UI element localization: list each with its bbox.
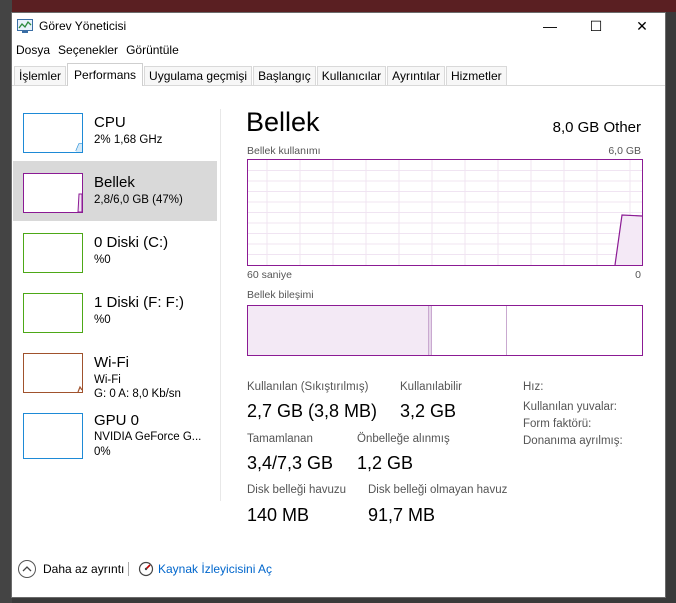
available-label: Kullanılabilir xyxy=(400,381,463,393)
time-axis-start: 60 saniye xyxy=(247,269,292,281)
wifi-thumbnail xyxy=(23,353,83,393)
tab-bar: İşlemler Performans Uygulama geçmişi Baş… xyxy=(12,63,665,86)
sidebar-item-memory[interactable]: Bellek 2,8/6,0 GB (47%) xyxy=(13,161,217,221)
sidebar-item-wifi[interactable]: Wi-Fi Wi-Fi G: 0 A: 8,0 Kb/sn xyxy=(13,341,217,401)
available-value: 3,2 GB xyxy=(400,401,457,421)
maximize-button[interactable]: ☐ xyxy=(573,13,619,39)
sidebar-item-detail: 2% 1,68 GHz xyxy=(94,134,163,146)
sidebar-item-detail: Wi-Fi xyxy=(94,374,121,386)
form-factor-label: Form faktörü: xyxy=(523,418,592,430)
paged-pool-label: Disk belleği havuzu xyxy=(247,484,347,496)
resource-list: CPU 2% 1,68 GHz Bellek 2,8/6,0 GB (47%) … xyxy=(12,93,222,503)
composition-label: Bellek bileşimi xyxy=(247,289,314,301)
background-window-strip xyxy=(0,0,676,12)
panel-title: Bellek xyxy=(246,107,320,137)
composition-modified xyxy=(428,306,432,355)
memory-composition-bar xyxy=(247,305,643,356)
footer: Daha az ayrıntı Kaynak İzleyicisini Aç xyxy=(12,553,665,583)
footer-separator xyxy=(128,562,129,576)
in-use-label: Kullanılan (Sıkıştırılmış) xyxy=(247,381,369,393)
sidebar-item-throughput: G: 0 A: 8,0 Kb/sn xyxy=(94,388,181,400)
composition-in-use xyxy=(248,306,428,355)
sidebar-item-detail: %0 xyxy=(94,254,111,266)
task-manager-window: Görev Yöneticisi — ☐ ✕ Dosya Seçenekler … xyxy=(11,12,666,598)
minimize-icon: — xyxy=(543,18,557,34)
in-use-value: 2,7 GB (3,8 MB) xyxy=(247,401,378,421)
tab-processes[interactable]: İşlemler xyxy=(14,66,67,85)
sidebar-item-name: 1 Diski (F: F:) xyxy=(94,294,184,311)
window-title: Görev Yöneticisi xyxy=(39,19,127,33)
usage-chart-max: 6,0 GB xyxy=(608,145,641,157)
tab-services[interactable]: Hizmetler xyxy=(445,66,507,85)
tab-startup[interactable]: Başlangıç xyxy=(253,66,316,85)
time-axis-end: 0 xyxy=(635,269,641,281)
sidebar-divider xyxy=(220,109,221,501)
gpu-thumbnail xyxy=(23,413,83,459)
sidebar-item-cpu[interactable]: CPU 2% 1,68 GHz xyxy=(13,101,217,161)
sidebar-item-disk-0[interactable]: 0 Diski (C:) %0 xyxy=(13,221,217,281)
disk-0-thumbnail xyxy=(23,233,83,273)
open-resource-monitor-link[interactable]: Kaynak İzleyicisini Aç xyxy=(158,562,272,576)
sidebar-item-detail: 2,8/6,0 GB (47%) xyxy=(94,194,183,206)
slots-label: Kullanılan yuvalar: xyxy=(523,401,617,413)
committed-label: Tamamlanan xyxy=(247,433,313,445)
menu-file[interactable]: Dosya xyxy=(12,41,54,59)
minimize-button[interactable]: — xyxy=(527,13,573,39)
tab-performance[interactable]: Performans xyxy=(67,63,144,86)
hardware-reserved-label: Donanıma ayrılmış: xyxy=(523,435,623,447)
tab-users[interactable]: Kullanıcılar xyxy=(316,66,387,85)
menu-options[interactable]: Seçenekler xyxy=(54,41,122,59)
maximize-icon: ☐ xyxy=(589,17,603,34)
sidebar-item-usage: 0% xyxy=(94,446,111,458)
paged-pool-value: 140 MB xyxy=(247,505,310,525)
sidebar-item-disk-1[interactable]: 1 Diski (F: F:) %0 xyxy=(13,281,217,341)
tab-details[interactable]: Ayrıntılar xyxy=(387,66,445,85)
fewer-details-button[interactable] xyxy=(18,560,36,578)
disk-1-thumbnail xyxy=(23,293,83,333)
memory-usage-chart xyxy=(247,159,643,266)
cached-label: Önbelleğe alınmış xyxy=(357,433,450,445)
sidebar-item-name: CPU xyxy=(94,114,126,131)
speed-label: Hız: xyxy=(523,381,544,393)
memory-usage-graph xyxy=(248,160,643,266)
cached-value: 1,2 GB xyxy=(357,453,414,473)
task-manager-icon xyxy=(17,19,33,33)
sidebar-item-name: GPU 0 xyxy=(94,412,140,429)
chevron-up-icon xyxy=(22,566,32,572)
sidebar-item-detail: NVIDIA GeForce G... xyxy=(94,431,202,443)
composition-standby-divider xyxy=(506,306,507,355)
memory-thumbnail xyxy=(23,173,83,213)
sidebar-item-detail: %0 xyxy=(94,314,111,326)
sidebar-item-name: Wi-Fi xyxy=(94,354,129,371)
sidebar-item-name: 0 Diski (C:) xyxy=(94,234,169,251)
non-paged-pool-label: Disk belleği olmayan havuz xyxy=(368,484,508,496)
committed-value: 3,4/7,3 GB xyxy=(247,453,334,473)
cpu-thumbnail xyxy=(23,113,83,153)
menu-bar: Dosya Seçenekler Görüntüle xyxy=(12,41,183,59)
sidebar-item-gpu[interactable]: GPU 0 NVIDIA GeForce G... 0% xyxy=(13,407,217,467)
menu-view[interactable]: Görüntüle xyxy=(122,41,183,59)
tab-app-history[interactable]: Uygulama geçmişi xyxy=(144,66,253,85)
title-bar[interactable]: Görev Yöneticisi — ☐ ✕ xyxy=(12,13,665,39)
non-paged-pool-value: 91,7 MB xyxy=(368,505,436,525)
usage-chart-label: Bellek kullanımı xyxy=(247,145,321,157)
sidebar-item-name: Bellek xyxy=(94,174,135,191)
memory-total: 8,0 GB Other xyxy=(552,119,641,136)
fewer-details-link[interactable]: Daha az ayrıntı xyxy=(43,562,124,576)
resource-monitor-icon[interactable] xyxy=(138,561,154,580)
close-icon: ✕ xyxy=(636,17,648,34)
close-button[interactable]: ✕ xyxy=(619,13,665,39)
